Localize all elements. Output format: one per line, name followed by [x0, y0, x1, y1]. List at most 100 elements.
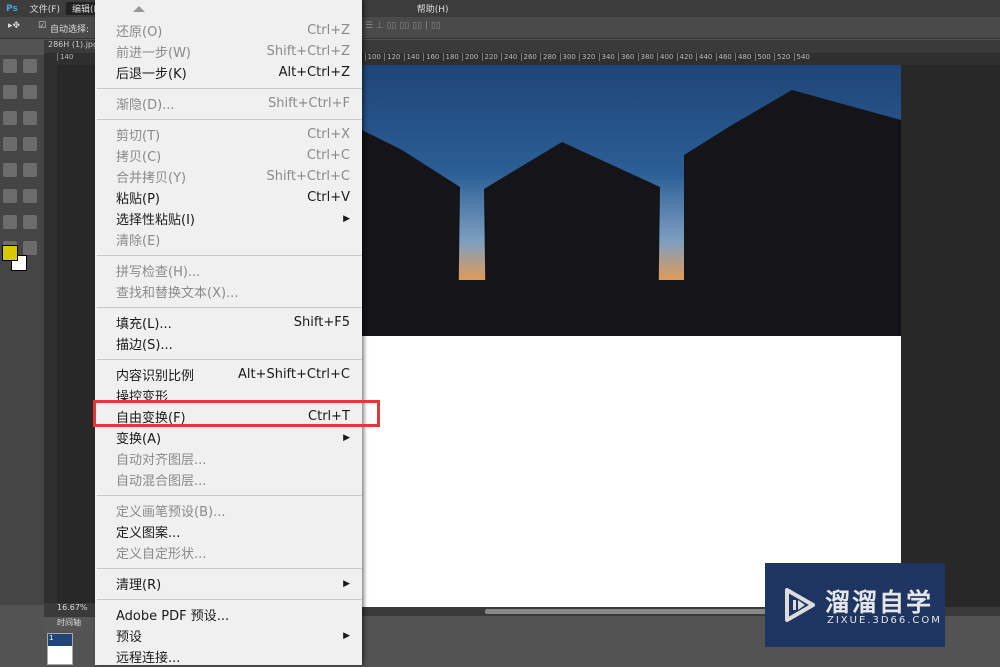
- menu-item-label: 选择性粘贴(I): [116, 213, 195, 228]
- zoom-tool-icon[interactable]: [23, 241, 37, 255]
- menu-item[interactable]: 还原(O) Ctrl+Z: [95, 20, 362, 41]
- align-icons[interactable]: ☰ ⊥ ▯▯ ▯▯ ▯▯ | ▯▯: [365, 21, 441, 31]
- menu-item[interactable]: 定义自定形状...: [95, 542, 362, 563]
- separator-line: [97, 87, 362, 89]
- ruler-tick: 520: [774, 53, 794, 61]
- menu-item[interactable]: 填充(L)... Shift+F5: [95, 312, 362, 333]
- foreground-color-swatch[interactable]: [2, 245, 18, 261]
- menu-item-label: 自动对齐图层...: [116, 453, 207, 468]
- menu-item-shortcut: Ctrl+C: [306, 148, 350, 163]
- menu-item[interactable]: 合并拷贝(Y) Shift+Ctrl+C: [95, 166, 362, 187]
- wand-tool-icon[interactable]: [23, 85, 37, 99]
- menu-item[interactable]: 粘贴(P) Ctrl+V: [95, 187, 362, 208]
- pen-tool-icon[interactable]: [3, 189, 17, 203]
- ruler-tick: 460: [715, 53, 736, 61]
- menu-item[interactable]: 查找和替换文本(X)...: [95, 281, 362, 302]
- eyedropper-tool-icon[interactable]: [23, 111, 37, 125]
- move-tool-icon[interactable]: [23, 59, 37, 73]
- menu-separator: [95, 114, 362, 124]
- toolbox: [0, 55, 44, 605]
- menu-item[interactable]: 定义图案...: [95, 521, 362, 542]
- edit-menu-dropdown: 还原(O) Ctrl+Z 前进一步(W) Shift+Ctrl+Z 后退一步(K) Alt…: [95, 0, 362, 667]
- submenu-arrow-icon: ▶: [343, 630, 350, 641]
- menu-item[interactable]: 前进一步(W) Shift+Ctrl+Z: [95, 41, 362, 62]
- vertical-ruler: [44, 53, 57, 603]
- silo-silhouettes: [362, 90, 901, 336]
- menu-item-shortcut: Ctrl+X: [307, 127, 350, 142]
- brush-tool-icon[interactable]: [3, 137, 17, 151]
- menu-item[interactable]: 自动混合图层...: [95, 469, 362, 490]
- menu-item[interactable]: 拼写检查(H)...: [95, 260, 362, 281]
- menu-file[interactable]: 文件(F): [24, 2, 66, 15]
- menu-item-label: 远程连接...: [116, 651, 181, 666]
- crop-tool-icon[interactable]: [3, 111, 17, 125]
- ruler-tick: 180: [442, 53, 463, 61]
- ruler-tick: 380: [637, 53, 658, 61]
- separator-line: [97, 494, 362, 496]
- zoom-level[interactable]: 16.67%: [57, 603, 88, 612]
- menu-item-shortcut: Ctrl+V: [307, 190, 350, 205]
- ruler-tick: 300: [559, 53, 580, 61]
- menu-item-label: 清除(E): [116, 234, 161, 249]
- move-tool-icon[interactable]: ▸✥: [8, 21, 20, 31]
- frame-number: 1: [48, 634, 72, 646]
- auto-select-checkbox[interactable]: ☑: [38, 21, 46, 31]
- menu-item[interactable]: 定义画笔预设(B)...: [95, 500, 362, 521]
- gradient-tool-icon[interactable]: [23, 163, 37, 177]
- scroll-up-arrow[interactable]: [95, 0, 362, 20]
- menu-item[interactable]: 内容识别比例 Alt+Shift+Ctrl+C: [95, 364, 362, 385]
- menu-item[interactable]: 渐隐(D)... Shift+Ctrl+F: [95, 93, 362, 114]
- scrollbar-thumb[interactable]: [485, 609, 785, 614]
- ruler-tick: 140: [57, 53, 77, 61]
- ruler-tick: 340: [598, 53, 619, 61]
- menu-help[interactable]: 帮助(H): [411, 2, 455, 15]
- menu-item-label: 后退一步(K): [116, 67, 187, 82]
- menu-item[interactable]: 拷贝(C) Ctrl+C: [95, 145, 362, 166]
- menu-item[interactable]: 描边(S)...: [95, 333, 362, 354]
- ruler-tick: 280: [540, 53, 560, 61]
- ruler-tick: 220: [481, 53, 502, 61]
- document-tab-label: 286H (1).jpg: [48, 40, 99, 49]
- menu-item[interactable]: 后退一步(K) Alt+Ctrl+Z: [95, 62, 362, 83]
- menu-item[interactable]: Adobe PDF 预设...: [95, 604, 362, 625]
- menu-item[interactable]: 预设 ▶: [95, 625, 362, 646]
- stamp-tool-icon[interactable]: [3, 163, 17, 177]
- separator-line: [97, 306, 362, 308]
- menu-item[interactable]: 清除(E): [95, 229, 362, 250]
- ruler-tick: 120: [384, 53, 404, 61]
- menu-item-shortcut: Shift+Ctrl+Z: [266, 44, 350, 59]
- menu-item[interactable]: 远程连接...: [95, 646, 362, 667]
- path-tool-icon[interactable]: [3, 215, 17, 229]
- ruler-tick: 420: [676, 53, 697, 61]
- shape-tool-icon[interactable]: [23, 215, 37, 229]
- menu-item[interactable]: 选择性粘贴(I) ▶: [95, 208, 362, 229]
- menu-item[interactable]: 剪切(T) Ctrl+X: [95, 124, 362, 145]
- frame-thumbnail[interactable]: 1: [47, 633, 73, 665]
- menu-item-shortcut: Ctrl+Z: [307, 23, 350, 38]
- marquee-tool-icon[interactable]: [3, 59, 17, 73]
- play-logo-icon: [785, 588, 815, 622]
- menu-item-label: 描边(S)...: [116, 338, 173, 353]
- ruler-tick: 400: [657, 53, 677, 61]
- menu-item-label: 清理(R): [116, 578, 162, 593]
- timeline-tab[interactable]: 时间轴: [44, 617, 94, 631]
- ruler-tick: 240: [501, 53, 521, 61]
- menu-item-label: 还原(O): [116, 25, 163, 40]
- menu-item-label: 自动混合图层...: [116, 474, 207, 489]
- menu-item[interactable]: 自动对齐图层...: [95, 448, 362, 469]
- separator-line: [97, 598, 362, 600]
- ruler-tick: 260: [520, 53, 541, 61]
- menu-item-shortcut: Shift+Ctrl+C: [266, 169, 350, 184]
- lasso-tool-icon[interactable]: [3, 85, 17, 99]
- menu-item-label: 剪切(T): [116, 129, 161, 144]
- ps-logo: Ps: [6, 3, 18, 14]
- type-tool-icon[interactable]: [23, 189, 37, 203]
- menu-item[interactable]: 变换(A) ▶: [95, 427, 362, 448]
- menu-item[interactable]: 清理(R) ▶: [95, 573, 362, 594]
- separator-line: [97, 118, 362, 120]
- heal-tool-icon[interactable]: [23, 137, 37, 151]
- separator-line: [97, 254, 362, 256]
- auto-select-label: 自动选择:: [50, 25, 90, 35]
- ruler-tick: 540: [793, 53, 814, 61]
- highlight-box: [93, 400, 380, 427]
